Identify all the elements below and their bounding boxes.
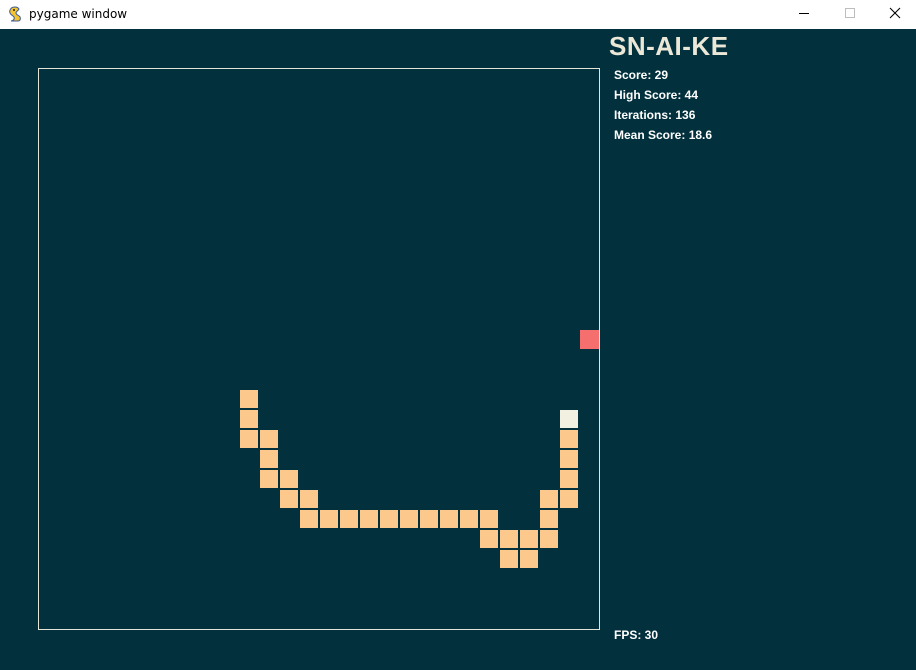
snake-segment: [300, 510, 318, 528]
snake-segment: [260, 430, 278, 448]
score-label: Score: 29: [614, 68, 669, 82]
snake-segment: [280, 490, 298, 508]
snake-segment: [400, 510, 418, 528]
snake-segment: [540, 510, 558, 528]
snake-segment: [540, 490, 558, 508]
snake-segment: [560, 470, 578, 488]
snake-segment: [280, 470, 298, 488]
snake-segment: [420, 510, 438, 528]
snake-segment: [540, 530, 558, 548]
game-surface[interactable]: SN-AI-KE Score: 29 High Score: 44 Iterat…: [0, 29, 916, 670]
snake-segment: [260, 470, 278, 488]
snake-segment: [440, 510, 458, 528]
maximize-button[interactable]: [827, 0, 873, 29]
snake-segment: [240, 390, 258, 408]
maximize-icon: [844, 6, 856, 24]
snake-segment: [340, 510, 358, 528]
snake-segment: [480, 530, 498, 548]
snake-head: [560, 410, 578, 428]
game-board: [38, 68, 600, 630]
snake-segment: [260, 450, 278, 468]
snake-segment: [500, 530, 518, 548]
close-button[interactable]: [872, 0, 916, 29]
mean-score-label: Mean Score: 18.6: [614, 128, 713, 142]
pygame-snake-icon: [6, 5, 24, 23]
minimize-icon: [798, 6, 810, 24]
snake-segment: [460, 510, 478, 528]
snake-segment: [360, 510, 378, 528]
high-score-label: High Score: 44: [614, 88, 699, 102]
window-title: pygame window: [29, 7, 128, 21]
snake-segment: [480, 510, 498, 528]
iterations-label: Iterations: 136: [614, 108, 696, 122]
food-pellet: [580, 330, 599, 349]
snake-segment: [500, 550, 518, 568]
snake-segment: [240, 410, 258, 428]
snake-segment: [320, 510, 338, 528]
snake-segment: [300, 490, 318, 508]
snake-segment: [240, 430, 258, 448]
pygame-window: pygame window SN-AI-KE Score: 29 High Sc…: [0, 0, 916, 670]
snake-segment: [560, 450, 578, 468]
close-icon: [889, 6, 901, 24]
game-title: SN-AI-KE: [609, 31, 729, 61]
title-bar[interactable]: pygame window: [0, 0, 916, 29]
minimize-button[interactable]: [781, 0, 827, 29]
snake-segment: [520, 530, 538, 548]
snake-segment: [560, 490, 578, 508]
snake-segment: [380, 510, 398, 528]
fps-label: FPS: 30: [614, 628, 659, 642]
snake-segment: [560, 430, 578, 448]
snake-segment: [520, 550, 538, 568]
